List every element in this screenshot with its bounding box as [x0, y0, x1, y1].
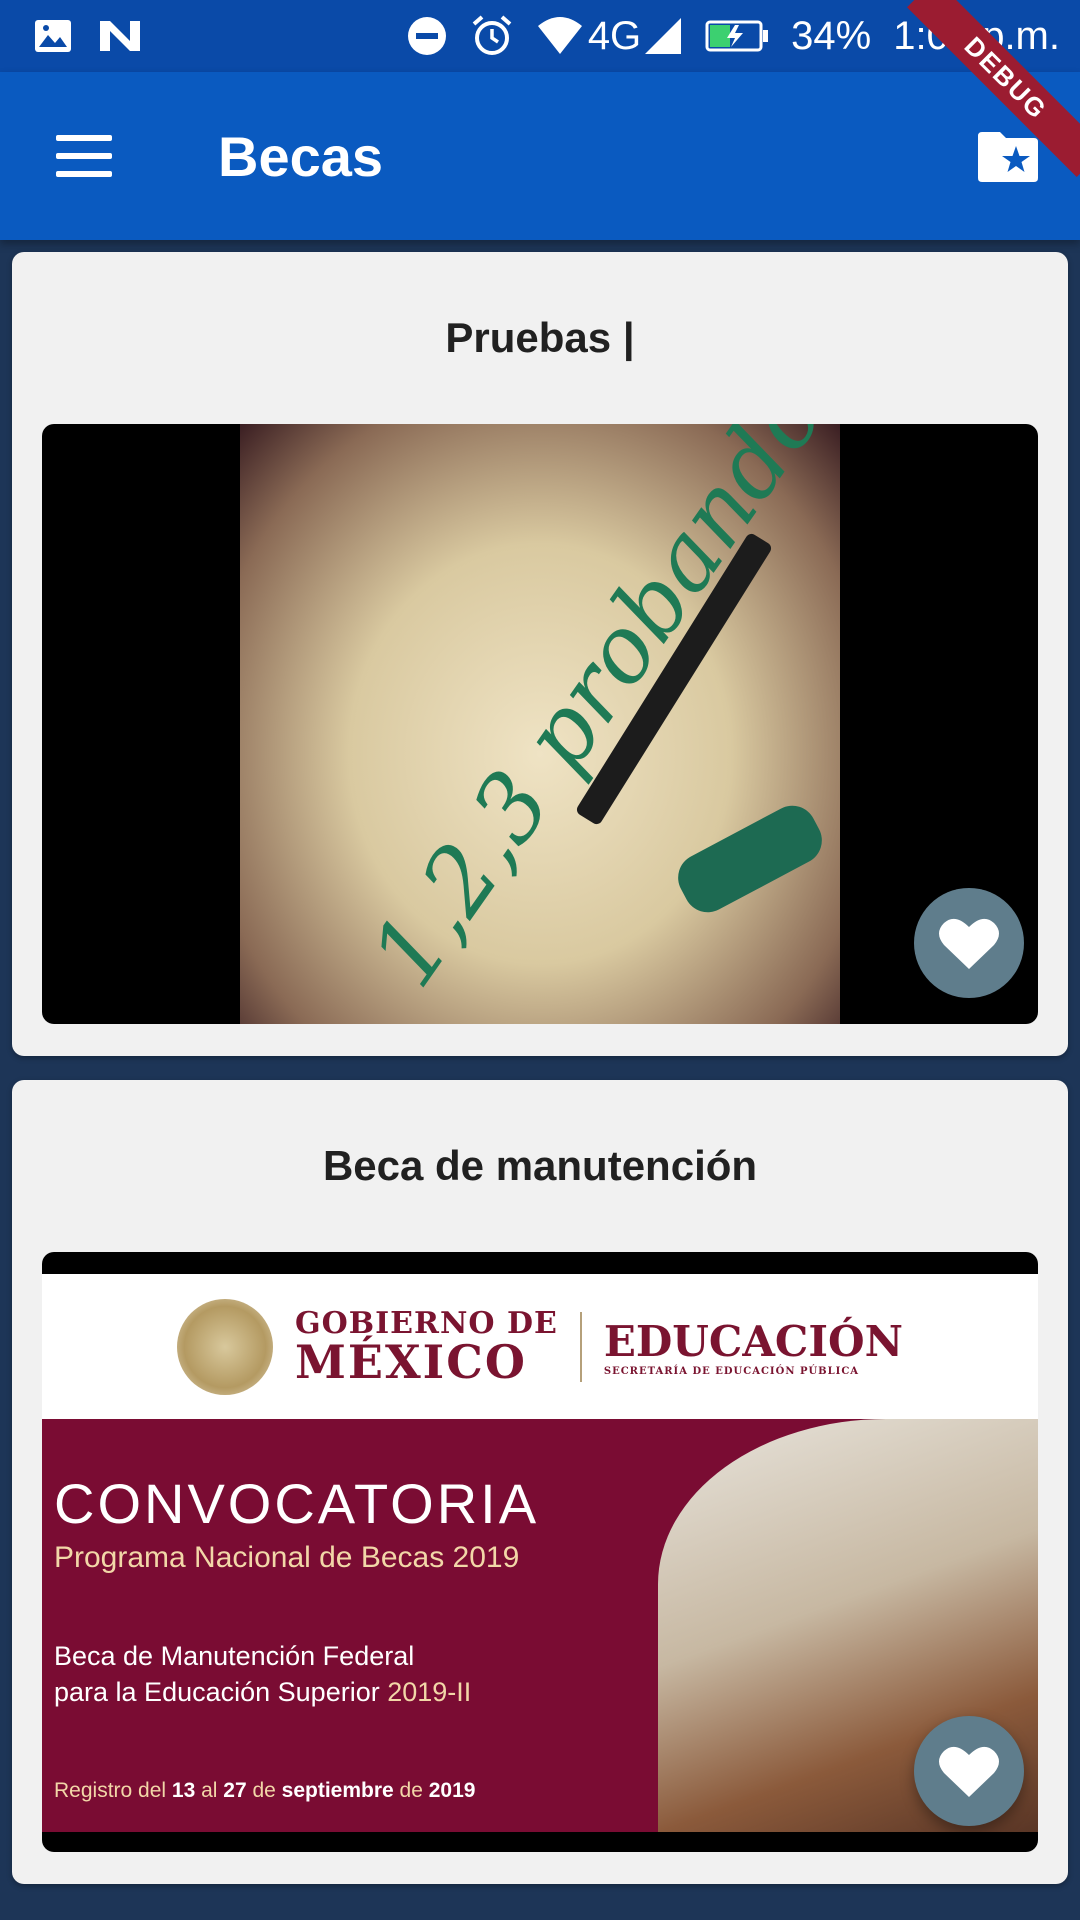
scholarship-card[interactable]: Beca de manutención GOBIERNO DE MÉXICO E…: [12, 1080, 1068, 1884]
banner-body: CONVOCATORIA Programa Nacional de Becas …: [42, 1419, 1038, 1832]
card-title: Pruebas |: [445, 314, 635, 361]
page-title: Becas: [218, 124, 384, 188]
heart-icon: [939, 1746, 999, 1797]
handwritten-text: 1,2,3 probando: [350, 424, 845, 1006]
educacion-logo: EDUCACIÓN SECRETARÍA DE EDUCACIÓN PÚBLIC…: [603, 1316, 903, 1377]
beca-line-2: para la Educación Superior 2019-II: [54, 1677, 472, 1707]
image-icon: [35, 20, 71, 52]
wifi-icon: [537, 17, 582, 54]
banner-headline: CONVOCATORIA: [54, 1472, 540, 1535]
mexico-seal-icon: [177, 1298, 274, 1395]
test-photo: 1,2,3 probando: [240, 424, 844, 1024]
battery-percent: 34%: [791, 13, 872, 58]
banner-header: GOBIERNO DE MÉXICO EDUCACIÓN SECRETARÍA …: [42, 1274, 1038, 1419]
card-image[interactable]: GOBIERNO DE MÉXICO EDUCACIÓN SECRETARÍA …: [42, 1252, 1038, 1852]
hamburger-menu-icon[interactable]: [56, 135, 112, 177]
favorite-button[interactable]: [914, 1716, 1024, 1826]
registration-dates: Registro del 13 al 27 de septiembre de 2…: [54, 1779, 476, 1802]
scholarship-list[interactable]: Pruebas | 1,2,3 probando Beca de manuten…: [12, 252, 1068, 1908]
status-left: [34, 19, 142, 53]
scholarship-card[interactable]: Pruebas | 1,2,3 probando: [12, 252, 1068, 1056]
card-title: Beca de manutención: [322, 1142, 758, 1189]
card-image[interactable]: 1,2,3 probando: [42, 424, 1038, 1024]
alarm-icon: [472, 15, 512, 55]
favorite-button[interactable]: [914, 888, 1024, 998]
logo-divider: [579, 1311, 582, 1382]
gobierno-logo: GOBIERNO DE MÉXICO: [295, 1305, 558, 1389]
app-bar: Becas: [0, 72, 1080, 240]
heart-icon: [939, 918, 999, 969]
network-type: 4G: [587, 13, 642, 58]
n-app-icon: [100, 21, 140, 51]
signal-icon: [645, 18, 682, 54]
pen-cap-graphic: [669, 797, 831, 921]
battery-charging-icon: [705, 20, 769, 52]
folder-star-icon[interactable]: [976, 128, 1040, 184]
dnd-icon: [407, 17, 446, 55]
beca-line-1: Beca de Manutención Federal: [54, 1641, 415, 1671]
banner-subheadline: Programa Nacional de Becas 2019: [54, 1541, 520, 1574]
